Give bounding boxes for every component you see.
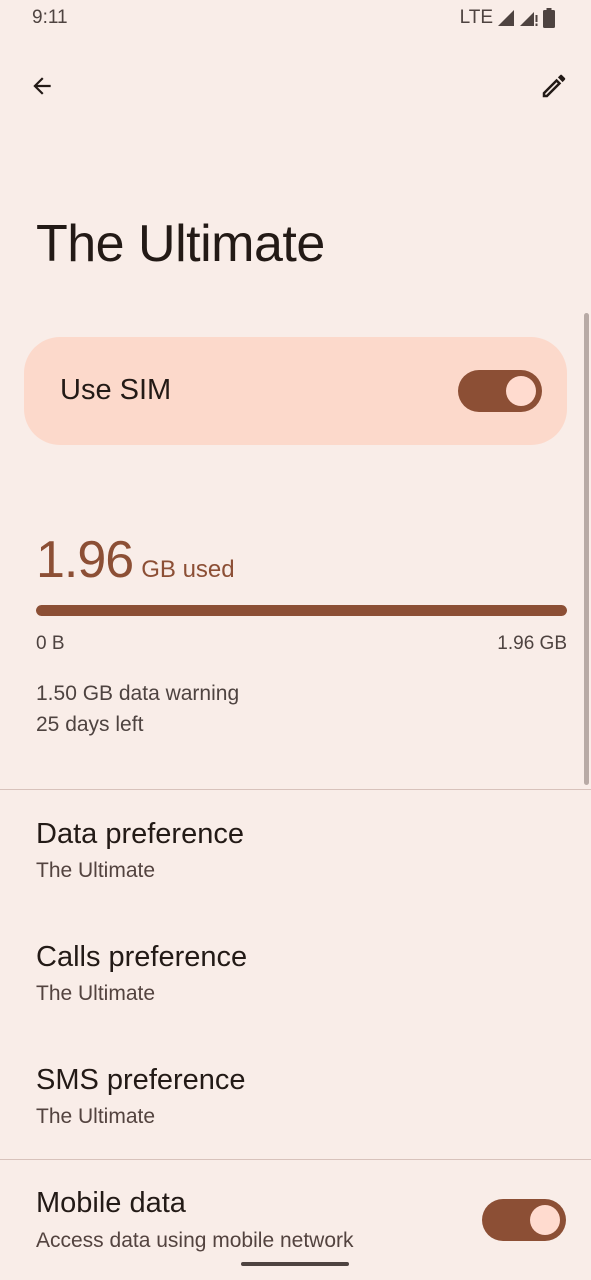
toggle-knob [506,376,536,406]
pref-title: Data preference [36,818,244,850]
network-type-label: LTE [459,7,493,28]
signal-roaming-icon [520,12,538,26]
page-title: The Ultimate [36,215,325,273]
mobile-data-item[interactable]: Mobile data Access data using mobile net… [0,1180,591,1270]
data-warning-text: 1.50 GB data warning [36,682,240,705]
usage-progress-bar [36,605,567,616]
calls-preference-item[interactable]: Calls preference The Ultimate [0,941,591,1053]
usage-range-min: 0 B [36,633,65,654]
arrow-back-icon [33,77,51,95]
pref-title: Calls preference [36,941,248,973]
sim-settings-screen: 9:11 LTE The Ultimate Use SIM 1.96 GB us… [0,0,591,1280]
use-sim-toggle[interactable] [458,370,542,412]
mobile-data-toggle[interactable] [482,1199,566,1241]
toggle-knob [530,1205,560,1235]
divider [0,789,591,790]
usage-progress-fill [36,605,567,616]
edit-button[interactable] [534,66,574,106]
use-sim-label: Use SIM [60,374,172,406]
use-sim-card[interactable]: Use SIM [24,337,567,445]
pencil-edit-icon [542,74,566,98]
pref-subtitle: The Ultimate [36,1105,156,1128]
usage-amount: 1.96 [36,531,134,589]
usage-range-max: 1.96 GB [497,633,567,654]
status-icons: LTE [460,7,555,29]
scrollbar[interactable] [584,313,589,785]
battery-icon [543,8,555,28]
status-time: 9:11 [32,7,68,28]
days-left-text: 25 days left [36,713,144,736]
pref-subtitle: The Ultimate [36,982,156,1005]
gesture-nav-handle[interactable] [241,1262,349,1266]
data-preference-item[interactable]: Data preference The Ultimate [0,818,591,930]
pref-title: SMS preference [36,1064,246,1096]
pref-subtitle: The Ultimate [36,859,156,882]
signal-icon [498,10,514,26]
mobile-data-subtitle: Access data using mobile network [36,1229,354,1252]
mobile-data-title: Mobile data [36,1187,186,1219]
divider [0,1159,591,1160]
data-usage-summary: 1.96 GB used [36,530,235,590]
usage-unit: GB used [141,556,235,583]
back-button[interactable] [22,66,62,106]
